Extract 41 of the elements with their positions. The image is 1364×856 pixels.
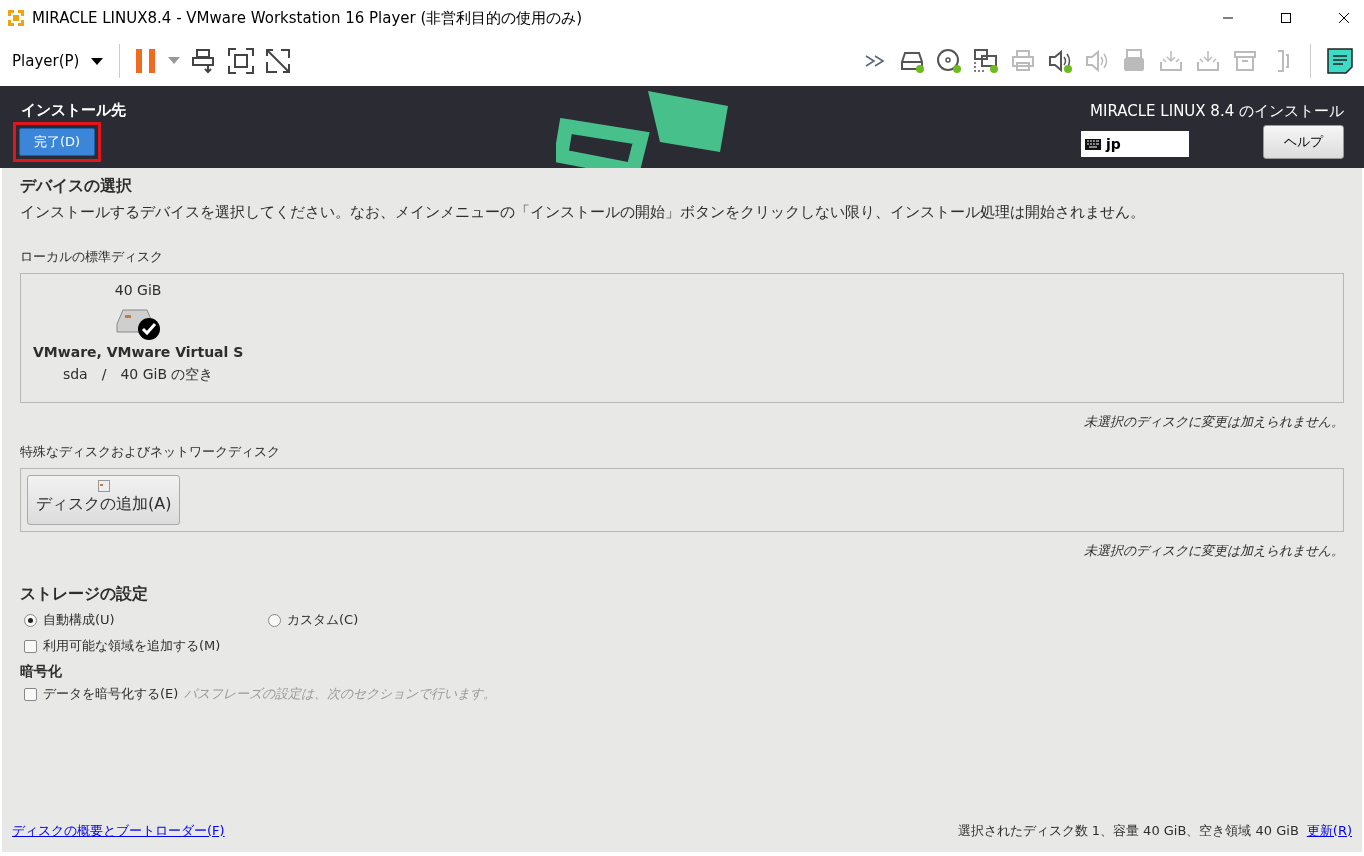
description-text: インストールするデバイスを選択してください。なお、メインメニューの「インストールの開始」ボタンをクリックしない限り、インストール処理は開始されません。: [20, 203, 1146, 222]
window-title: MIRACLE LINUX8.4 - VMware Workstation 16 Player (非営利目的の使用のみ): [32, 8, 583, 28]
close-icon[interactable]: [1338, 12, 1350, 24]
keyboard-icon: [1085, 138, 1101, 150]
encryption-heading: 暗号化: [20, 663, 63, 681]
disk-free-space: 40 GiB の空き: [120, 366, 214, 384]
app-logo-icon: [6, 8, 26, 28]
checkbox-option[interactable]: データを暗号化する(E): [24, 681, 179, 707]
disk-summary-text: 選択されたディスク数 1、容量 40 GiB、空き領域 40 GiB: [957, 822, 1299, 840]
disk-summary-link[interactable]: ディスクの概要とブートローダー(F): [12, 822, 225, 840]
maximize-icon[interactable]: [1280, 12, 1292, 24]
disk-name: VMware, VMware Virtual S: [33, 344, 244, 360]
sound-device-icon[interactable]: [1047, 48, 1073, 74]
disk-device: sda: [62, 366, 88, 384]
cd-device-icon[interactable]: [936, 48, 962, 74]
player-menu[interactable]: Player(P): [12, 52, 80, 70]
local-disks-label: ローカルの標準ディスク: [20, 248, 164, 266]
help-button[interactable]: ヘルプ: [1263, 125, 1344, 159]
separator-text: /: [101, 366, 107, 384]
disk-size: 40 GiB: [114, 282, 162, 298]
done-button[interactable]: 完了(D): [19, 128, 96, 156]
section-title: インストール先: [21, 101, 126, 120]
pause-icon[interactable]: [135, 48, 158, 74]
refresh-link[interactable]: 更新(R): [1306, 822, 1352, 840]
fullscreen-icon[interactable]: [228, 48, 255, 74]
hint-text: パスフレーズの設定は、次のセクションで行います。: [184, 685, 497, 703]
section-heading: ストレージの設定: [20, 584, 149, 605]
network-device-icon[interactable]: [973, 48, 999, 74]
note-text: 未選択のディスクに変更は加えられません。: [1084, 542, 1344, 560]
keyboard-layout-field[interactable]: jp: [1081, 131, 1189, 157]
disk-tile[interactable]: 40 GiB VMware, VMware Virtual S sda / 40 GiB の空き: [33, 282, 244, 394]
note-text: 未選択のディスクに変更は加えられません。: [1084, 413, 1344, 431]
add-disk-button[interactable]: ディスクの追加(A): [27, 475, 181, 525]
special-disks-label: 特殊なディスクおよびネットワークディスク: [20, 443, 281, 461]
dropdown-caret-icon[interactable]: [90, 56, 105, 66]
section-heading: デバイスの選択: [20, 176, 133, 197]
radio-option[interactable]: カスタム(C): [268, 607, 508, 633]
note-icon[interactable]: [1326, 47, 1354, 75]
checkbox-option[interactable]: 利用可能な領域を追加する(M): [24, 633, 1344, 659]
radio-option[interactable]: 自動構成(U): [24, 607, 264, 633]
product-title: MIRACLE LINUX 8.4 のインストール: [1090, 102, 1344, 121]
